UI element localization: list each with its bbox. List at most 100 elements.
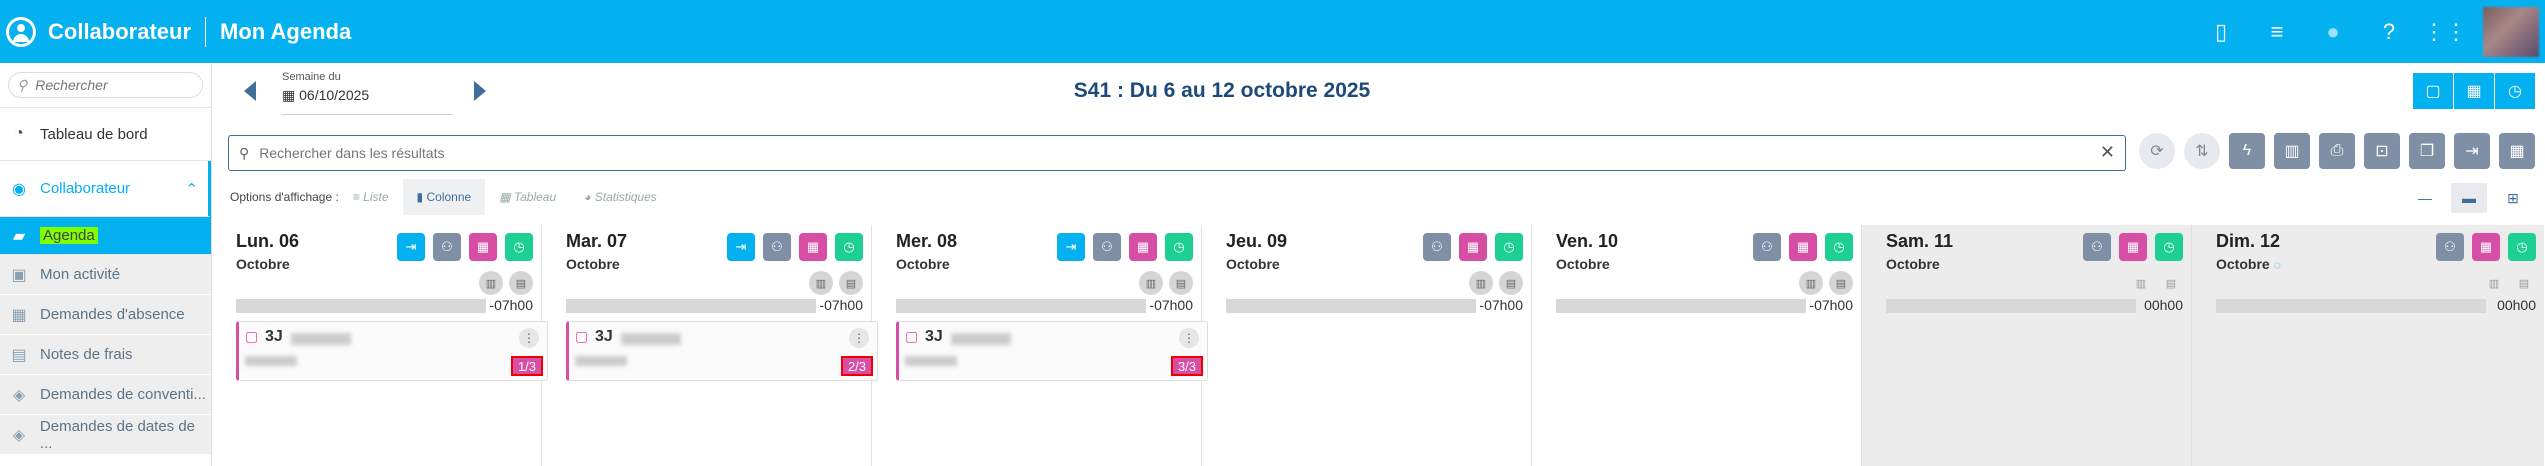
day-month: Octobre bbox=[896, 256, 950, 272]
hours-bar bbox=[1226, 299, 1476, 313]
sliders-icon[interactable]: ≡ bbox=[2249, 19, 2305, 45]
calendar-add-icon[interactable]: ▦ bbox=[469, 233, 497, 261]
building-lock-icon[interactable]: ▤ bbox=[509, 271, 533, 295]
day-view-button[interactable]: ▢ bbox=[2413, 73, 2453, 109]
building-lock-icon[interactable]: ▤ bbox=[1829, 271, 1853, 295]
calendar-add-icon[interactable]: ▦ bbox=[799, 233, 827, 261]
sidebar-item-conventions[interactable]: ◈ Demandes de conventi... bbox=[0, 375, 211, 415]
calendar-add-icon[interactable]: ▦ bbox=[1789, 233, 1817, 261]
apps-grid-icon[interactable]: ⋮⋮ bbox=[2417, 19, 2473, 45]
week-view-button[interactable]: ▦ bbox=[2454, 73, 2494, 109]
folder-icon: ▰ bbox=[12, 227, 26, 245]
building-icon[interactable]: ▥ bbox=[2482, 271, 2506, 295]
page-title: Mon Agenda bbox=[220, 18, 352, 44]
normal-view-icon[interactable]: ▬ bbox=[2451, 183, 2487, 213]
building-add-icon[interactable]: ▥ bbox=[2274, 133, 2310, 169]
sign-in-icon[interactable]: ⇥ bbox=[1057, 233, 1085, 261]
calendar-add-icon[interactable]: ▦ bbox=[1129, 233, 1157, 261]
sign-in-icon[interactable]: ⇥ bbox=[727, 233, 755, 261]
expand-view-icon[interactable]: ⊞ bbox=[2495, 183, 2531, 213]
more-options-icon[interactable]: ⋮ bbox=[519, 328, 539, 348]
calendar-icon: ▢ bbox=[905, 328, 919, 344]
day-column: Ven. 10 Octobre ⚇ ▦ ◷ ▥ ▤ -07h00 bbox=[1532, 225, 1862, 466]
hours-value: 00h00 bbox=[2497, 297, 2536, 313]
users-icon[interactable]: ⚇ bbox=[1423, 233, 1451, 261]
main-content: Semaine du ▦ 06/10/2025 S41 : Du 6 au 12… bbox=[212, 63, 2545, 466]
sidebar-item-mon-activite[interactable]: ▣ Mon activité bbox=[0, 255, 211, 295]
sidebar-item-absence[interactable]: ▦ Demandes d'absence bbox=[0, 295, 211, 335]
day-column: Jeu. 09 Octobre ⚇ ▦ ◷ ▥ ▤ -07h00 bbox=[1202, 225, 1532, 466]
option-table[interactable]: ▦ Tableau bbox=[485, 179, 570, 215]
sidebar-search-input[interactable] bbox=[35, 77, 186, 93]
close-icon[interactable]: ✕ bbox=[2100, 142, 2115, 163]
building-icon[interactable]: ▥ bbox=[1469, 271, 1493, 295]
building-lock-icon[interactable]: ▤ bbox=[2159, 271, 2183, 295]
sort-icon[interactable]: ⇅ bbox=[2184, 133, 2220, 169]
avatar[interactable] bbox=[2483, 6, 2539, 57]
building-icon[interactable]: ▥ bbox=[479, 271, 503, 295]
copy-icon[interactable]: ❐ bbox=[2409, 133, 2445, 169]
building-lock-icon[interactable]: ▤ bbox=[1169, 271, 1193, 295]
clock-add-icon[interactable]: ◷ bbox=[1825, 233, 1853, 261]
results-search-input[interactable] bbox=[259, 145, 2080, 161]
event-card[interactable]: ▢ 3J ⋮ 1/3 bbox=[236, 321, 548, 381]
calendar-add-icon[interactable]: ▦ bbox=[2119, 233, 2147, 261]
users-icon[interactable]: ⚇ bbox=[1093, 233, 1121, 261]
clock-add-icon[interactable]: ◷ bbox=[505, 233, 533, 261]
clock-add-icon[interactable]: ◷ bbox=[2155, 233, 2183, 261]
building-lock-icon[interactable]: ▤ bbox=[2512, 271, 2536, 295]
lightbulb-icon[interactable]: ● bbox=[2305, 19, 2361, 45]
clock-add-icon[interactable]: ◷ bbox=[1165, 233, 1193, 261]
sign-in-icon[interactable]: ⇥ bbox=[2454, 133, 2490, 169]
results-search[interactable]: ⚲ ✕ bbox=[228, 135, 2126, 171]
more-options-icon[interactable]: ⋮ bbox=[849, 328, 869, 348]
users-icon[interactable]: ⚇ bbox=[1753, 233, 1781, 261]
help-icon[interactable]: ? bbox=[2361, 19, 2417, 45]
users-icon[interactable]: ⚇ bbox=[2436, 233, 2464, 261]
bolt-icon[interactable]: ϟ bbox=[2229, 133, 2265, 169]
event-card[interactable]: ▢ 3J ⋮ 3/3 bbox=[896, 321, 1208, 381]
lock-icon[interactable]: ⊡ bbox=[2364, 133, 2400, 169]
compact-view-icon[interactable]: — bbox=[2407, 183, 2443, 213]
event-badge: 1/3 bbox=[511, 356, 543, 376]
sidebar-search[interactable]: ⚲ bbox=[8, 72, 203, 98]
event-card[interactable]: ▢ 3J ⋮ 2/3 bbox=[566, 321, 878, 381]
sidebar-item-collaborateur[interactable]: ◉ Collaborateur ⌃ bbox=[0, 161, 211, 217]
more-options-icon[interactable]: ⋮ bbox=[1179, 328, 1199, 348]
hours-bar bbox=[566, 299, 816, 313]
sidebar-item-dashboard[interactable]: ◔ Tableau de bord bbox=[0, 107, 211, 161]
users-icon[interactable]: ⚇ bbox=[433, 233, 461, 261]
building-icon[interactable]: ▥ bbox=[1139, 271, 1163, 295]
user-circle-icon[interactable] bbox=[6, 16, 36, 47]
clock-view-button[interactable]: ◷ bbox=[2495, 73, 2535, 109]
day-month: Octobre bbox=[236, 256, 290, 272]
handshake-icon: ◈ bbox=[12, 426, 26, 444]
users-icon[interactable]: ⚇ bbox=[763, 233, 791, 261]
clock-add-icon[interactable]: ◷ bbox=[835, 233, 863, 261]
option-column[interactable]: ▮ Colonne bbox=[402, 179, 486, 215]
chevron-up-icon[interactable]: ⌃ bbox=[185, 180, 198, 198]
mobile-icon[interactable]: ▯ bbox=[2193, 19, 2249, 45]
building-lock-icon[interactable]: ▤ bbox=[1499, 271, 1523, 295]
sidebar-item-dates[interactable]: ◈ Demandes de dates de ... bbox=[0, 415, 211, 455]
refresh-icon[interactable]: ⟳ bbox=[2139, 133, 2175, 169]
clock-add-icon[interactable]: ◷ bbox=[2508, 233, 2536, 261]
calendar-icon[interactable]: ▦ bbox=[2499, 133, 2535, 169]
building-lock-icon[interactable]: ▤ bbox=[839, 271, 863, 295]
clock-add-icon[interactable]: ◷ bbox=[1495, 233, 1523, 261]
sidebar-item-agenda[interactable]: ▰ Agenda bbox=[0, 217, 211, 255]
option-stats[interactable]: ◕ Statistiques bbox=[570, 179, 671, 215]
week-navigation: Semaine du ▦ 06/10/2025 S41 : Du 6 au 12… bbox=[212, 63, 2545, 119]
sidebar-item-label: Demandes de dates de ... bbox=[39, 417, 196, 452]
building-icon[interactable]: ▥ bbox=[2129, 271, 2153, 295]
sign-in-icon[interactable]: ⇥ bbox=[397, 233, 425, 261]
sidebar-item-notes-frais[interactable]: ▤ Notes de frais bbox=[0, 335, 211, 375]
building-icon[interactable]: ▥ bbox=[809, 271, 833, 295]
building-icon[interactable]: ▥ bbox=[1799, 271, 1823, 295]
day-column: Lun. 06 Octobre ⇥ ⚇ ▦ ◷ ▥ ▤ -07h00 ▢ 3J ⋮ 1/… bbox=[212, 225, 548, 466]
print-icon[interactable]: ⎙ bbox=[2319, 133, 2355, 169]
calendar-add-icon[interactable]: ▦ bbox=[2472, 233, 2500, 261]
option-list[interactable]: ≡ Liste bbox=[339, 179, 403, 215]
calendar-add-icon[interactable]: ▦ bbox=[1459, 233, 1487, 261]
users-icon[interactable]: ⚇ bbox=[2083, 233, 2111, 261]
